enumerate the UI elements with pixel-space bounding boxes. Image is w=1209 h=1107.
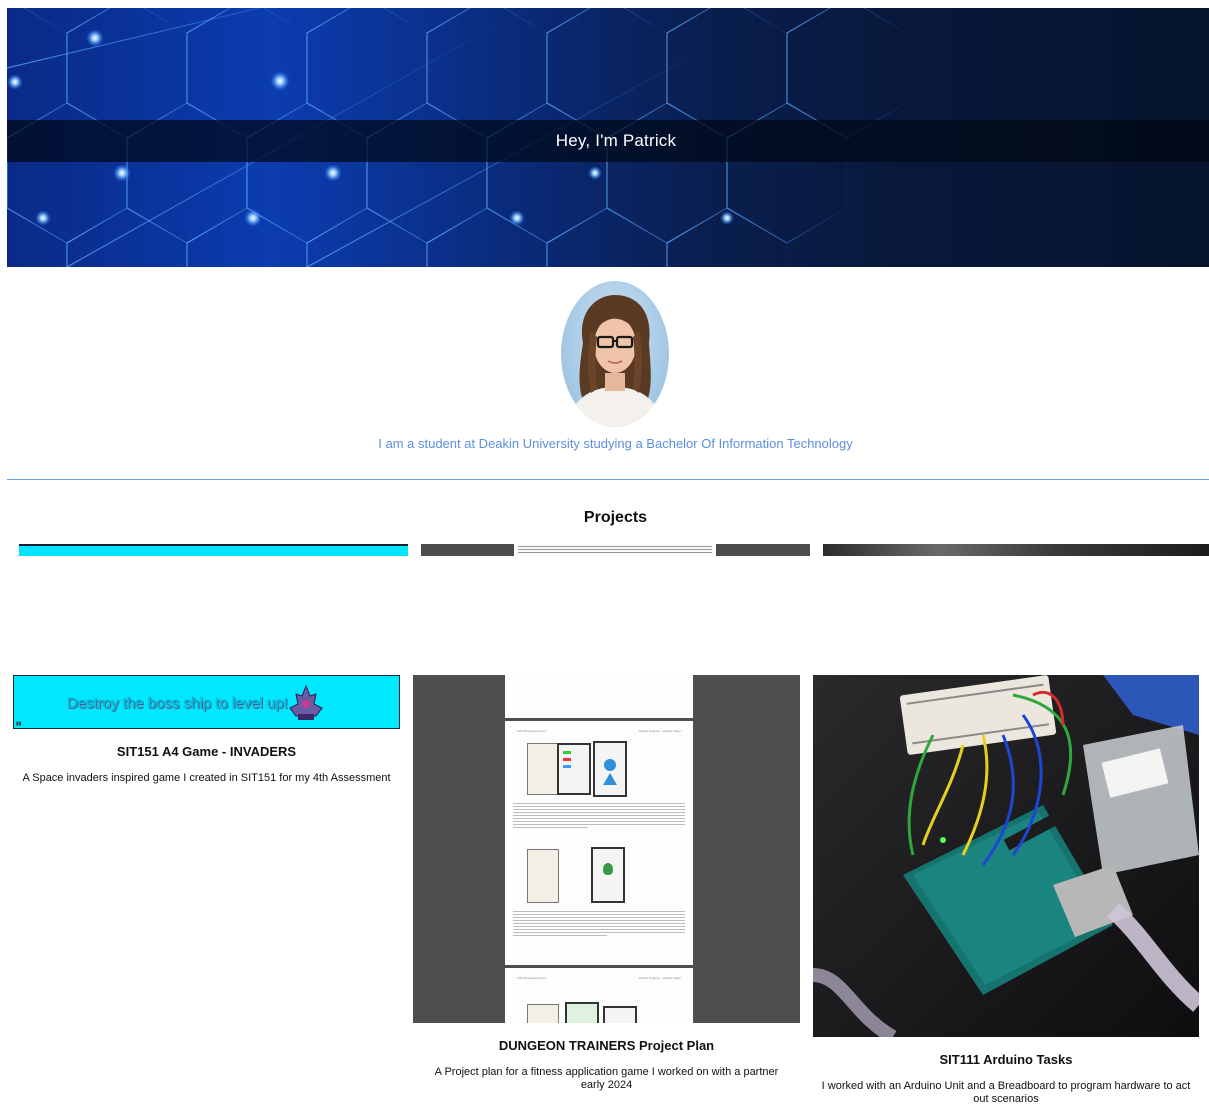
project-title: DUNGEON TRAINERS Project Plan [498, 1038, 715, 1053]
doc-wireframe-menu [557, 743, 591, 795]
project-card-dungeon-trainers[interactable]: SIT216 Assessment 3 Patrick Cognion, Lac… [413, 675, 800, 1092]
thumbnail-status-mini: ▮▮ [16, 721, 22, 727]
profile-photo [567, 295, 663, 427]
doc-paragraph-1 [505, 801, 693, 828]
doc-wireframe-sketch-2 [527, 849, 559, 903]
doc-paragraph-2 [505, 909, 693, 936]
doc-header-right-2: Patrick Cognion, Lachlan Slater [638, 976, 681, 980]
doc-header-right: Patrick Cognion, Lachlan Slater [638, 729, 681, 733]
doc-wireframe-profile [593, 741, 627, 797]
doc-page-main: SIT216 Assessment 3 Patrick Cognion, Lac… [505, 721, 693, 965]
hero-title-band: Hey, I'm Patrick [7, 120, 1209, 162]
doc-header-left: SIT216 Assessment 3 [517, 729, 547, 733]
boss-ship-icon [289, 684, 323, 720]
doc-page-header-2: SIT216 Assessment 3 Patrick Cognion, Lac… [505, 968, 693, 980]
project-title: SIT151 A4 Game - INVADERS [116, 744, 297, 759]
hero-title: Hey, I'm Patrick [555, 131, 677, 150]
doc-page-next: SIT216 Assessment 3 Patrick Cognion, Lac… [505, 968, 693, 1023]
section-divider [7, 479, 1209, 480]
project-thumbnail-invaders[interactable]: Destroy the boss ship to level up! ▮▮ [13, 675, 400, 729]
project-description: I worked with an Arduino Unit and a Brea… [821, 1080, 1191, 1105]
project-description: A Project plan for a fitness application… [434, 1066, 779, 1091]
project-thumbnail-dungeon-trainers[interactable]: SIT216 Assessment 3 Patrick Cognion, Lac… [413, 675, 800, 1023]
arduino-photo [813, 675, 1199, 1037]
preview-strip-page [514, 544, 716, 556]
project-thumbnail-arduino[interactable] [813, 675, 1199, 1037]
doc-wireframe-sketch-3 [527, 1004, 559, 1023]
project-card-invaders[interactable]: Destroy the boss ship to level up! ▮▮ SI… [13, 675, 400, 785]
doc-wireframe-battle [591, 847, 625, 903]
doc-page-top [505, 675, 693, 718]
preview-strip-plan[interactable] [421, 544, 810, 556]
preview-strip-game[interactable] [19, 544, 408, 556]
hero-banner: Hey, I'm Patrick [7, 8, 1209, 267]
project-title: SIT111 Arduino Tasks [939, 1052, 1073, 1067]
projects-heading: Projects [583, 509, 648, 526]
bio-text: I am a student at Deakin University stud… [378, 436, 853, 451]
project-card-arduino[interactable]: SIT111 Arduino Tasks I worked with an Ar… [813, 675, 1199, 1106]
doc-wireframe-sketch [527, 743, 559, 795]
project-description: A Space invaders inspired game I created… [22, 772, 391, 784]
doc-wireframe-quest [565, 1002, 599, 1023]
doc-header-left-2: SIT216 Assessment 3 [517, 976, 547, 980]
avatar [561, 281, 669, 427]
doc-wireframe-list [603, 1006, 637, 1023]
doc-page-header: SIT216 Assessment 3 Patrick Cognion, Lac… [505, 721, 693, 733]
preview-strip-arduino[interactable] [823, 544, 1209, 556]
